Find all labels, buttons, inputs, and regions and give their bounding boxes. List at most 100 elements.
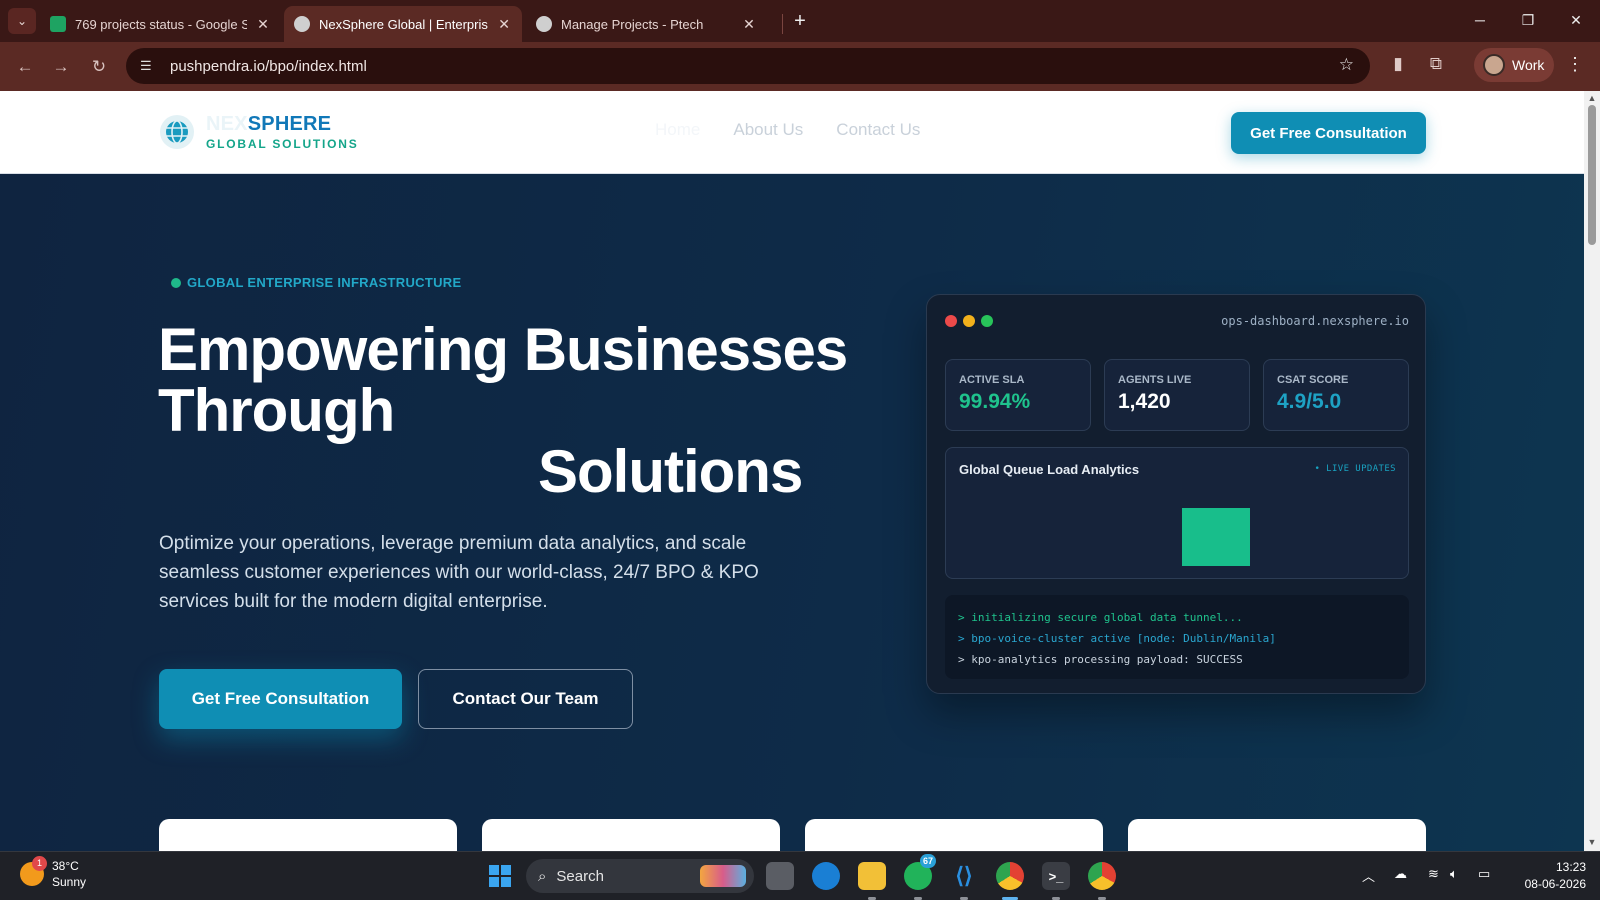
- task-view-icon[interactable]: [766, 862, 794, 890]
- live-updates-badge: • LIVE UPDATES: [1314, 464, 1396, 474]
- vscode-icon[interactable]: ⟨⟩: [950, 862, 978, 890]
- green-dot-icon: [981, 315, 993, 327]
- notification-badge: 1: [32, 856, 47, 871]
- red-dot-icon: [945, 315, 957, 327]
- forward-arrow-icon[interactable]: →: [48, 54, 74, 80]
- bookmark-star-icon[interactable]: ☆: [1339, 55, 1354, 75]
- whatsapp-badge: 67: [920, 854, 937, 868]
- clock-date: 08-06-2026: [1524, 877, 1586, 891]
- extensions-icon[interactable]: ⧉: [1424, 54, 1448, 78]
- weather-condition: Sunny: [52, 875, 87, 889]
- kpi-agents-live: AGENTS LIVE 1,420: [1104, 359, 1250, 431]
- temperature: 38°C: [52, 859, 79, 873]
- edge-browser-icon[interactable]: [812, 862, 840, 890]
- windows-taskbar: 1 38°C Sunny ⌕ Search 67 ⟨⟩ >_ ︿ ☁ ≋ 🔈︎ …: [0, 851, 1600, 900]
- service-card: [482, 819, 780, 851]
- browser-tab-strip: ⌄ 769 projects status - Google Sh ✕ NexS…: [0, 0, 1600, 42]
- kpi-label: CSAT SCORE: [1277, 374, 1349, 386]
- close-icon[interactable]: ✕: [255, 16, 271, 33]
- tab-google-sheets[interactable]: 769 projects status - Google Sh ✕: [40, 6, 281, 42]
- onedrive-icon[interactable]: ☁: [1394, 866, 1407, 882]
- clock-time: 13:23: [1555, 860, 1586, 874]
- close-icon[interactable]: ✕: [496, 16, 512, 33]
- hero-headline: Empowering Businesses Through Solutions: [158, 319, 898, 502]
- kpi-csat-score: CSAT SCORE 4.9/5.0: [1263, 359, 1409, 431]
- battery-icon[interactable]: ▭: [1478, 866, 1490, 882]
- nav-about-us[interactable]: About Us: [733, 120, 803, 140]
- chrome-work-icon[interactable]: [996, 862, 1024, 890]
- log-line: > initializing secure global data tunnel…: [958, 611, 1243, 624]
- search-label: Search: [556, 867, 604, 885]
- brand-logo[interactable]: NEXSPHERE GLOBAL SOLUTIONS: [160, 113, 359, 151]
- kpi-active-sla: ACTIVE SLA 99.94%: [945, 359, 1091, 431]
- taskbar-search[interactable]: ⌕ Search: [526, 859, 754, 893]
- queue-title: Global Queue Load Analytics: [959, 462, 1140, 477]
- close-icon[interactable]: ✕: [741, 16, 757, 33]
- tab-manage-projects[interactable]: Manage Projects - Ptech ✕: [526, 6, 767, 42]
- eyebrow-text: GLOBAL ENTERPRISE INFRASTRUCTURE: [187, 275, 462, 290]
- whatsapp-icon[interactable]: 67: [904, 854, 937, 890]
- kpi-value: 4.9/5.0: [1277, 390, 1342, 413]
- hero-eyebrow: GLOBAL ENTERPRISE INFRASTRUCTURE: [171, 275, 461, 290]
- page-viewport: NEXSPHERE GLOBAL SOLUTIONS Home About Us…: [0, 91, 1584, 851]
- nav-contact-us[interactable]: Contact Us: [836, 120, 920, 140]
- scroll-thumb[interactable]: [1588, 105, 1596, 245]
- back-arrow-icon[interactable]: ←: [12, 54, 38, 80]
- sun-icon: 1: [20, 856, 47, 886]
- browser-menu-icon[interactable]: ⋮: [1566, 54, 1584, 75]
- new-tab-button[interactable]: +: [788, 10, 812, 33]
- chrome-icon[interactable]: [1088, 862, 1116, 890]
- tray-overflow-icon[interactable]: ︿: [1362, 866, 1375, 885]
- service-card: [805, 819, 1103, 851]
- scroll-down-icon[interactable]: ▼: [1587, 837, 1597, 847]
- window-close-button[interactable]: ✕: [1562, 8, 1590, 32]
- site-info-icon[interactable]: ☰: [140, 58, 156, 74]
- volume-icon[interactable]: 🔈︎: [1450, 866, 1458, 882]
- scroll-up-icon[interactable]: ▲: [1587, 93, 1597, 103]
- header-consultation-button[interactable]: Get Free Consultation: [1231, 112, 1426, 154]
- terminal-icon[interactable]: >_: [1042, 862, 1070, 890]
- search-highlight-icon: [700, 865, 746, 887]
- kpi-value: 99.94%: [959, 390, 1031, 413]
- profile-label: Work: [1512, 57, 1545, 73]
- avatar: [1483, 54, 1505, 76]
- kpi-label: ACTIVE SLA: [959, 374, 1025, 386]
- page-scrollbar[interactable]: ▲ ▼: [1584, 91, 1600, 851]
- queue-load-bar: [1182, 508, 1250, 566]
- tab-title: 769 projects status - Google Sh: [75, 16, 247, 32]
- tab-search-button[interactable]: ⌄: [8, 8, 36, 34]
- reading-list-icon[interactable]: ▮: [1386, 54, 1410, 78]
- windows-start-icon[interactable]: [486, 862, 514, 890]
- browser-toolbar: ← → ↻ ☰ pushpendra.io/bpo/index.html ☆ ▮…: [0, 42, 1600, 91]
- window-dots: [945, 315, 999, 327]
- service-card: [159, 819, 457, 851]
- address-bar[interactable]: ☰ pushpendra.io/bpo/index.html ☆: [126, 48, 1370, 84]
- hero-lead-text: Optimize your operations, leverage premi…: [159, 533, 759, 612]
- tab-nexsphere[interactable]: NexSphere Global | Enterprise B ✕: [284, 6, 522, 42]
- reload-icon[interactable]: ↻: [86, 54, 112, 80]
- sheets-icon: [50, 16, 66, 32]
- hero-consultation-button[interactable]: Get Free Consultation: [159, 669, 402, 729]
- kpi-value: 1,420: [1118, 390, 1171, 413]
- tab-title: NexSphere Global | Enterprise B: [319, 16, 488, 32]
- nav-home[interactable]: Home: [655, 120, 700, 140]
- log-line: > bpo-voice-cluster active [node: Dublin…: [958, 632, 1276, 645]
- restore-button[interactable]: ❐: [1514, 8, 1542, 32]
- tab-title: Manage Projects - Ptech: [561, 16, 704, 32]
- brand-tagline: GLOBAL SOLUTIONS: [206, 137, 359, 151]
- system-clock[interactable]: 13:23 08-06-2026: [1514, 859, 1586, 893]
- profile-button[interactable]: Work: [1474, 48, 1554, 82]
- site-header: NEXSPHERE GLOBAL SOLUTIONS Home About Us…: [0, 91, 1584, 174]
- file-explorer-icon[interactable]: [858, 862, 886, 890]
- minimize-button[interactable]: ─: [1466, 8, 1494, 32]
- url-text[interactable]: pushpendra.io/bpo/index.html: [170, 58, 367, 75]
- queue-load-panel: Global Queue Load Analytics • LIVE UPDAT…: [945, 447, 1409, 579]
- terminal-log: > initializing secure global data tunnel…: [945, 595, 1409, 679]
- weather-widget[interactable]: 1 38°C Sunny: [20, 856, 87, 890]
- globe-icon: [294, 16, 310, 32]
- log-line: > kpo-analytics processing payload: SUCC…: [958, 653, 1243, 666]
- yellow-dot-icon: [963, 315, 975, 327]
- wifi-icon[interactable]: ≋: [1428, 866, 1439, 882]
- contact-team-button[interactable]: Contact Our Team: [418, 669, 633, 729]
- tab-separator: [782, 14, 783, 34]
